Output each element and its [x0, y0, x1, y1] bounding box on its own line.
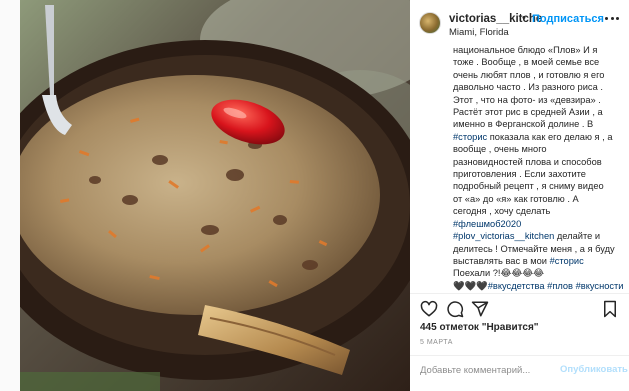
hashtag-link[interactable]: #вкусдетства [488, 281, 545, 291]
bookmark-icon[interactable] [601, 300, 619, 318]
caption-text: Поехали ?!😂😂😂😂 [453, 268, 544, 279]
caption-text: национальное блюдо «Плов» И я [453, 45, 598, 55]
plov-photo-illustration [20, 0, 410, 391]
hashtag-link[interactable]: #сторис [453, 132, 487, 142]
caption-line: Этот , что на фото- из «девзира» . [453, 94, 625, 106]
caption-text: сегодня , хочу сделать [453, 206, 551, 217]
caption-text: разновидностей плова и способов [453, 156, 602, 167]
caption-line: национальное блюдо «Плов» И я [453, 44, 625, 56]
caption-divider [410, 293, 629, 294]
caption-line: #plov_victorias__kitchen делайте и [453, 230, 625, 242]
caption-text: Растёт этот рис в средней Азии , а [453, 107, 603, 118]
follow-button[interactable]: Подписаться [532, 13, 604, 25]
caption-text: тоже . Вообще , в моей семье все [453, 57, 600, 68]
caption-line: приготовления . Если захотите [453, 168, 625, 180]
caption-line: разновидностей плова и способов [453, 156, 625, 168]
post-photo[interactable] [20, 0, 410, 391]
caption-line: очень любят плов , и готовлю я его [453, 69, 625, 81]
post-actions [410, 298, 629, 322]
location-link[interactable]: Miami, Florida [449, 27, 509, 38]
caption-line: тоже . Вообще , в моей семье все [453, 56, 625, 68]
caption-line: #флешмоб2020 [453, 218, 625, 230]
caption-text: именно в Ферганской долине . В [453, 119, 594, 130]
comment-input[interactable] [420, 362, 548, 378]
caption-text: делайте и [554, 231, 601, 242]
caption-line: подробный рецепт , я сниму видео [453, 180, 625, 192]
caption-text: давольно часто . Из разного риса . [453, 82, 603, 93]
post-side-panel: victorias__kitche • Подписаться Miami, F… [410, 0, 629, 391]
caption-line: именно в Ферганской долине . В [453, 118, 625, 130]
post-date[interactable]: 5 МАРТА [420, 339, 453, 346]
caption-text: выставлять вас в мои [453, 255, 550, 266]
caption-text: от «а» до «я» как готовлю . А [453, 193, 579, 204]
hashtag-link[interactable]: #плов [547, 281, 573, 291]
heart-icon[interactable] [420, 300, 438, 318]
hashtag-link[interactable]: #флешмоб2020 [453, 219, 521, 229]
caption-line: давольно часто . Из разного риса . [453, 81, 625, 93]
caption-line: вообще , очень много [453, 143, 625, 155]
caption-line: 🖤🖤🖤#вкусдетства #плов #вкусности [453, 280, 625, 292]
hashtag-link[interactable]: #сторис [550, 256, 584, 266]
caption-text: делитесь ! Отмечайте меня , а я буду [453, 243, 615, 254]
caption-text: подробный рецепт , я сниму видео [453, 181, 604, 192]
caption-text: показала как его делаю я , а [487, 131, 613, 142]
caption-text: Этот , что на фото- из «девзира» . [453, 94, 601, 105]
comment-divider [410, 355, 629, 356]
comment-icon[interactable] [446, 300, 464, 318]
hashtag-link[interactable]: #plov_victorias__kitchen [453, 231, 554, 241]
caption-line: Поехали ?!😂😂😂😂 [453, 267, 625, 279]
caption-line: делитесь ! Отмечайте меня , а я буду [453, 243, 625, 255]
post-header: victorias__kitche • Подписаться Miami, F… [410, 0, 629, 43]
likes-count[interactable]: 445 отметок "Нравится" [420, 322, 539, 333]
more-options-icon[interactable] [605, 17, 619, 23]
avatar[interactable] [419, 12, 441, 34]
publish-button[interactable]: Опубликовать [560, 364, 628, 375]
post-caption: национальное блюдо «Плов» И я тоже . Вооб… [453, 44, 625, 292]
caption-line: #сторис показала как его делаю я , а [453, 131, 625, 143]
left-gutter [0, 0, 20, 391]
caption-line: сегодня , хочу сделать [453, 205, 625, 217]
caption-text: 🖤🖤🖤 [453, 280, 488, 291]
username-link[interactable]: victorias__kitche [449, 13, 542, 25]
caption-text: вообще , очень много [453, 144, 547, 155]
caption-line: от «а» до «я» как готовлю . А [453, 193, 625, 205]
caption-text: очень любят плов , и готовлю я его [453, 69, 605, 80]
hashtag-link[interactable]: #вкусности [576, 281, 624, 291]
share-icon[interactable] [471, 300, 489, 318]
caption-line: выставлять вас в мои #сторис [453, 255, 625, 267]
caption-line: Растёт этот рис в средней Азии , а [453, 106, 625, 118]
header-separator: • [522, 12, 526, 24]
caption-text: приготовления . Если захотите [453, 169, 586, 180]
